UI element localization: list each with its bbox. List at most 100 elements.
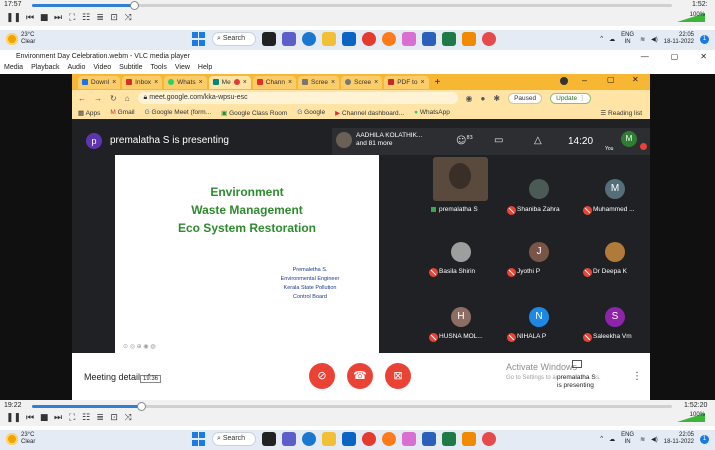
stop-icon[interactable]: ■ — [39, 412, 49, 424]
extended-settings-icon[interactable]: ☷ — [81, 412, 91, 424]
playlist-icon[interactable]: ≣ — [95, 12, 105, 24]
tab-screen-2[interactable]: Scree × — [341, 75, 383, 89]
tab-whatsapp[interactable]: Whats × — [164, 75, 207, 89]
tab-close-icon[interactable]: × — [288, 76, 292, 89]
tab-close-icon[interactable]: × — [199, 76, 203, 89]
participant-tile[interactable]: J Jyothi P — [501, 232, 576, 280]
profile-dot-icon[interactable] — [560, 77, 568, 85]
top-volume-slider[interactable]: 100% — [671, 12, 705, 23]
weather-widget[interactable]: 23°C Clear — [6, 432, 35, 446]
bookmark-meet[interactable]: G Google Meet (form... — [145, 109, 211, 116]
vlc-icon[interactable] — [462, 432, 476, 446]
playlist-icon[interactable]: ≣ — [95, 412, 105, 424]
top-seek-track[interactable] — [32, 1, 672, 10]
menu-video[interactable]: Video — [93, 63, 111, 73]
leave-call-button[interactable]: ☎ — [347, 363, 373, 389]
taskbar-search[interactable]: ⌕ Search — [212, 432, 256, 446]
excel-icon[interactable] — [442, 32, 456, 46]
update-button[interactable]: Update ⋮ — [550, 92, 592, 104]
tab-inbox[interactable]: Inbox × — [122, 75, 163, 89]
menu-tools[interactable]: Tools — [151, 63, 167, 73]
tab-close-icon[interactable]: × — [420, 76, 424, 89]
menu-audio[interactable]: Audio — [67, 63, 85, 73]
restore-button[interactable]: ▢ — [671, 52, 679, 61]
mail-icon[interactable] — [342, 32, 356, 46]
windows-start-icon[interactable] — [192, 432, 206, 446]
camera-off-button[interactable]: ⊠ — [385, 363, 411, 389]
tab-downloads[interactable]: Downl × — [78, 75, 121, 89]
wifi-icon[interactable]: ≋ — [640, 36, 645, 43]
reading-list[interactable]: ☰ Reading list — [600, 109, 642, 117]
tab-screen-1[interactable]: Scree × — [298, 75, 340, 89]
tray-chevron-icon[interactable]: ^ — [600, 436, 603, 442]
tray-lang-1[interactable]: ENG — [621, 32, 634, 39]
task-view-icon[interactable] — [262, 32, 276, 46]
speaker-icon[interactable]: ◀) — [651, 436, 658, 443]
tab-meet[interactable]: Me × — [208, 75, 251, 89]
top-seek-bar[interactable]: 17:57 1:52: — [0, 0, 715, 11]
bookmark-channel[interactable]: ▶ Channel dashboard... — [335, 109, 404, 117]
participant-tile[interactable]: S Saleekha Vm — [577, 295, 652, 343]
activities-icon[interactable]: △ — [534, 135, 542, 146]
participant-tile[interactable]: H HUSNA MOL... — [423, 295, 498, 343]
tab-channel[interactable]: Chann × — [252, 75, 297, 89]
loop-icon[interactable]: ⊡ — [109, 412, 119, 424]
window-minimize-icon[interactable]: – — [582, 75, 587, 85]
window-maximize-icon[interactable]: ▢ — [607, 75, 615, 84]
word-icon[interactable] — [422, 32, 436, 46]
app-icon[interactable] — [402, 432, 416, 446]
bookmark-apps[interactable]: ▦ Apps — [78, 109, 100, 117]
minimize-button[interactable]: — — [641, 52, 649, 61]
chrome-profile-icon[interactable] — [482, 32, 496, 46]
edge-icon[interactable] — [302, 432, 316, 446]
next-icon[interactable]: ⏭ — [53, 412, 63, 424]
word-icon[interactable] — [422, 432, 436, 446]
tab-close-icon[interactable]: × — [154, 76, 158, 89]
wifi-icon[interactable]: ≋ — [640, 436, 645, 443]
close-button[interactable]: ✕ — [700, 52, 707, 61]
menu-playback[interactable]: Playback — [31, 63, 59, 73]
notification-badge[interactable]: 1 — [700, 434, 709, 444]
mail-icon[interactable] — [342, 432, 356, 446]
tray-lang-2[interactable]: IN — [621, 439, 634, 446]
taskbar-search[interactable]: ⌕ Search — [212, 32, 256, 46]
tray-clock[interactable]: 22:05 18-11-2022 — [664, 432, 694, 446]
participant-tile[interactable]: N NIHALA P — [501, 295, 576, 343]
bookmark-whatsapp[interactable]: ● WhatsApp — [414, 109, 450, 116]
chrome-profile-icon[interactable] — [482, 432, 496, 446]
tab-close-icon[interactable]: × — [243, 76, 247, 89]
shuffle-icon[interactable]: ⤨ — [123, 12, 133, 24]
task-view-icon[interactable] — [262, 432, 276, 446]
bookmark-classroom[interactable]: ▣ Google Class Room — [221, 109, 287, 117]
participant-tile[interactable]: Shaniba Zahra — [501, 155, 576, 215]
tab-pdf[interactable]: PDF to × — [384, 75, 429, 89]
reload-icon[interactable]: ↻ — [110, 94, 117, 103]
menu-view[interactable]: View — [175, 63, 190, 73]
bottom-volume-slider[interactable]: 100% — [671, 412, 705, 423]
chat-icon[interactable]: ▭ — [494, 135, 503, 146]
file-explorer-icon[interactable] — [322, 32, 336, 46]
tray-lang-1[interactable]: ENG — [621, 432, 634, 439]
pause-icon[interactable]: ❚❚ — [6, 412, 21, 424]
top-seek-knob[interactable] — [130, 1, 139, 10]
tray-chevron-icon[interactable]: ^ — [600, 36, 603, 42]
vlc-icon[interactable] — [462, 32, 476, 46]
tab-close-icon[interactable]: × — [112, 76, 116, 89]
extended-settings-icon[interactable]: ☷ — [81, 12, 91, 24]
firefox-icon[interactable] — [382, 432, 396, 446]
back-icon[interactable]: ← — [78, 94, 86, 103]
notification-badge[interactable]: 1 — [700, 34, 709, 44]
chrome-icon[interactable] — [362, 32, 376, 46]
bottom-seek-track[interactable] — [32, 402, 672, 411]
participant-tile[interactable]: Basila Shirin — [423, 232, 498, 280]
stop-icon[interactable]: ■ — [39, 12, 49, 24]
pause-icon[interactable]: ❚❚ — [6, 12, 21, 24]
participant-tile[interactable]: M Muhammed ... — [577, 155, 652, 215]
people-icon[interactable]: ☺︎83 — [456, 135, 473, 146]
app-icon[interactable] — [402, 32, 416, 46]
excel-icon[interactable] — [442, 432, 456, 446]
extension-icon-2[interactable]: ● — [481, 94, 486, 103]
file-explorer-icon[interactable] — [322, 432, 336, 446]
weather-widget[interactable]: 23°C Clear — [6, 32, 35, 46]
participant-tile[interactable]: premalatha S — [423, 155, 500, 213]
